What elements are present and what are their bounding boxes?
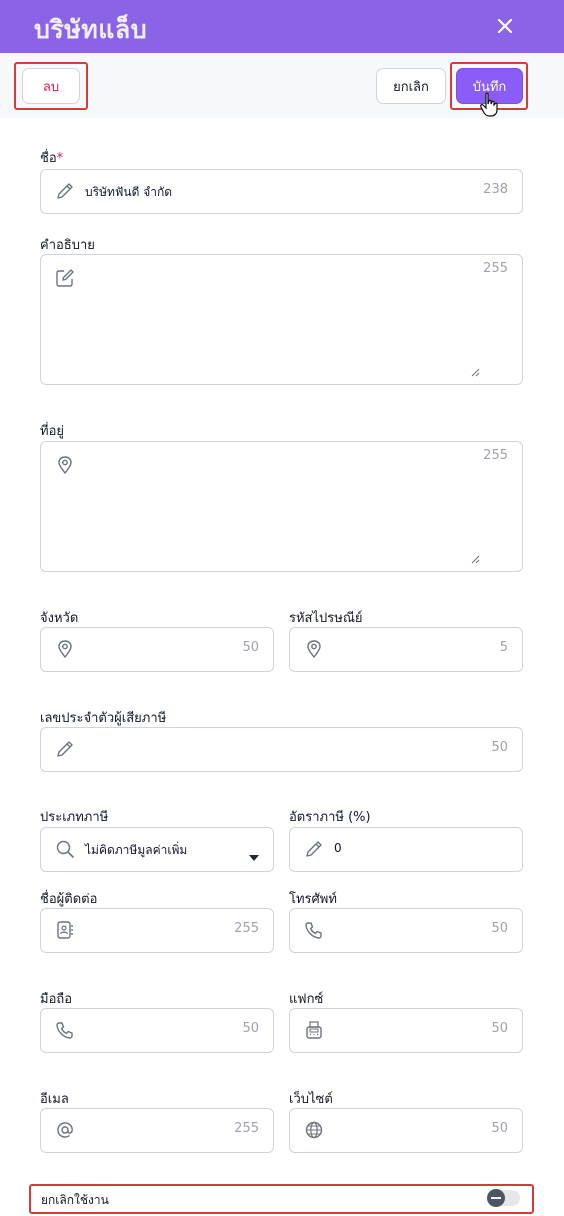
- delete-button[interactable]: ลบ: [22, 68, 80, 104]
- caret-down-icon: [248, 847, 260, 866]
- search-icon: [55, 839, 75, 859]
- province-field[interactable]: 50: [40, 627, 274, 672]
- resize-handle-icon[interactable]: [470, 362, 480, 377]
- fax-field[interactable]: 50: [289, 1008, 523, 1053]
- deactivate-row: ยกเลิกใช้งาน: [29, 1184, 534, 1214]
- pencil-icon: [304, 839, 324, 859]
- close-icon[interactable]: [492, 12, 518, 40]
- name-value: บริษัทฟันดี จำกัด: [85, 185, 173, 199]
- hand-cursor-icon: [480, 92, 500, 118]
- deactivate-toggle[interactable]: [487, 1189, 520, 1207]
- name-label: ชื่อ*: [40, 151, 64, 166]
- postal-code-label: รหัสไปรษณีย์: [289, 611, 363, 626]
- fax-icon: [304, 1020, 324, 1040]
- contact-name-field[interactable]: 255: [40, 908, 274, 953]
- email-field[interactable]: 255: [40, 1108, 274, 1153]
- tax-id-field[interactable]: 50: [40, 727, 523, 772]
- tax-type-select[interactable]: ไม่คิดภาษีมูลค่าเพิ่ม: [40, 827, 274, 872]
- province-label: จังหวัด: [40, 611, 79, 626]
- resize-handle-icon[interactable]: [470, 549, 480, 564]
- pencil-icon: [55, 739, 75, 759]
- contact-card-icon: [55, 920, 75, 940]
- fax-label: แฟกซ์: [289, 992, 324, 1007]
- email-counter: 255: [234, 1121, 259, 1136]
- postal-code-field[interactable]: 5: [289, 627, 523, 672]
- website-counter: 50: [491, 1121, 508, 1136]
- address-field[interactable]: 255: [40, 441, 523, 572]
- name-counter: 238: [483, 182, 508, 197]
- deactivate-label: ยกเลิกใช้งาน: [41, 1193, 109, 1207]
- contact-name-label: ชื่อผู้ติดต่อ: [40, 892, 98, 907]
- edit-square-icon: [55, 268, 75, 288]
- phone-icon: [304, 920, 324, 940]
- address-label: ที่อยู่: [40, 424, 64, 439]
- location-pin-icon: [55, 639, 75, 659]
- phone-label: โทรศัพท์: [289, 892, 337, 907]
- contact-name-counter: 255: [234, 921, 259, 936]
- tax-type-label: ประเภทภาษี: [40, 810, 109, 825]
- required-mark: *: [56, 151, 64, 166]
- pencil-icon: [55, 181, 75, 201]
- mobile-label: มือถือ: [40, 992, 73, 1007]
- tax-id-label: เลขประจำตัวผู้เสียภาษี: [40, 711, 167, 726]
- toggle-knob: [487, 1189, 505, 1207]
- modal-title: บริษัทแล็บ: [34, 15, 148, 44]
- tax-type-selected: ไม่คิดภาษีมูลค่าเพิ่ม: [85, 843, 188, 857]
- tax-id-counter: 50: [491, 740, 508, 755]
- phone-icon: [55, 1020, 75, 1040]
- mobile-counter: 50: [242, 1021, 259, 1036]
- globe-icon: [304, 1120, 324, 1140]
- at-sign-icon: [55, 1120, 75, 1140]
- cancel-button[interactable]: ยกเลิก: [376, 68, 446, 104]
- address-counter: 255: [483, 448, 508, 463]
- province-counter: 50: [242, 640, 259, 655]
- modal-header: บริษัทแล็บ: [0, 0, 564, 53]
- website-label: เว็บไซต์: [289, 1092, 333, 1107]
- location-pin-icon: [304, 639, 324, 659]
- fax-counter: 50: [491, 1021, 508, 1036]
- postal-code-counter: 5: [499, 640, 508, 655]
- email-label: อีเมล: [40, 1092, 69, 1107]
- phone-counter: 50: [491, 921, 508, 936]
- tax-rate-field[interactable]: 0: [289, 827, 523, 872]
- location-pin-icon: [55, 455, 75, 475]
- tax-rate-value: 0: [334, 841, 342, 855]
- description-label: คำอธิบาย: [40, 238, 95, 253]
- tax-rate-label: อัตราภาษี (%): [289, 810, 371, 825]
- website-field[interactable]: 50: [289, 1108, 523, 1153]
- name-field[interactable]: บริษัทฟันดี จำกัด 238: [40, 169, 523, 214]
- phone-field[interactable]: 50: [289, 908, 523, 953]
- description-counter: 255: [483, 261, 508, 276]
- mobile-field[interactable]: 50: [40, 1008, 274, 1053]
- description-field[interactable]: 255: [40, 254, 523, 385]
